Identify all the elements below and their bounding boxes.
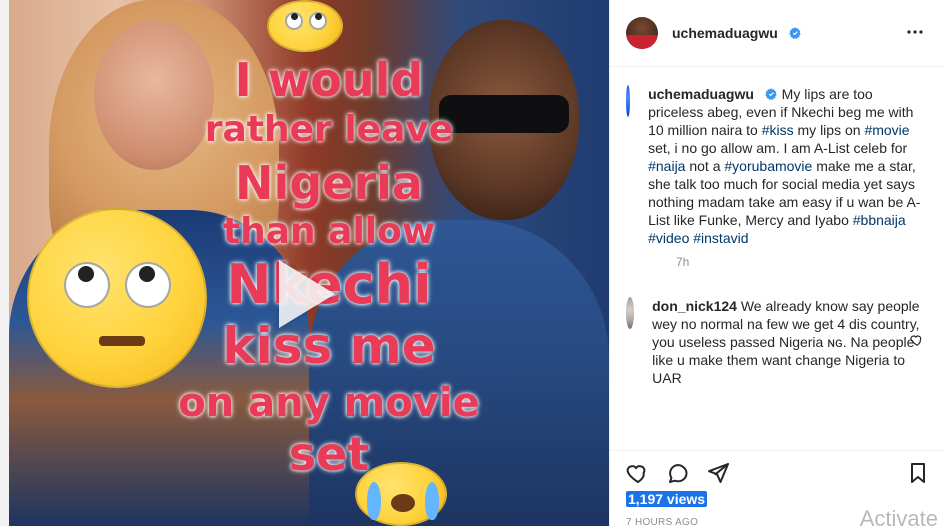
bookmark-icon[interactable] [906,461,930,485]
hashtag-link[interactable]: #yorubamovie [724,158,812,174]
header-username-text[interactable]: uchemaduagwu [672,25,778,41]
hashtag-link[interactable]: #naija [648,158,685,174]
verified-badge-icon [788,27,801,39]
overlay-line: I would [234,53,424,107]
avatar-bottom [626,103,630,117]
share-icon[interactable] [706,461,730,485]
emoji-tear [425,482,439,520]
avatar[interactable] [626,85,631,117]
more-horizontal-icon[interactable] [903,20,927,44]
overlay-line: Nigeria [235,156,423,211]
emoji-tear [367,482,381,520]
avatar-bottom [626,315,634,329]
avatar-shirt [626,34,658,49]
hashtag-link[interactable]: #movie [864,122,909,138]
hashtag-link[interactable]: #instavid [693,230,748,246]
emoji-pupil [139,266,155,282]
caption-body: My lips are too priceless abeg, even if … [648,86,920,246]
play-icon[interactable] [279,260,335,328]
post-details-panel: uchemaduagwu uchemaduagwu My lips are to… [609,0,945,526]
verified-badge-icon [765,88,777,100]
hashtag-link[interactable]: #kiss [762,122,794,138]
emoji-pupil [315,13,322,20]
caption-part: my lips on [793,122,865,138]
emoji-pupil [78,266,94,282]
overlay-line: on any movie [178,380,480,427]
post-media[interactable]: I would rather leave Nigeria than allow … [9,0,609,526]
comments-area: uchemaduagwu My lips are too priceless a… [626,85,930,450]
eye-roll-emoji-icon [267,0,343,52]
posted-ago: 7 HOURS AGO [626,517,699,526]
avatar[interactable] [626,297,635,329]
overlay-line: than allow [222,211,436,253]
overlay-line: set [288,427,370,482]
heart-icon[interactable] [910,333,924,347]
hashtag-link[interactable]: #bbnaija [853,212,906,228]
header-username[interactable]: uchemaduagwu [672,25,802,41]
heart-icon[interactable] [626,461,650,485]
post-header: uchemaduagwu [610,0,945,67]
overlay-line: rather leave [204,109,454,151]
watermark-text: Activate [859,506,938,526]
eye-roll-emoji-icon [27,208,207,388]
emoji-mouth [99,336,145,346]
comment-icon[interactable] [666,461,690,485]
avatar[interactable] [626,17,658,49]
post-actions: 1,197 views 7 HOURS AGO Activate [610,450,945,526]
emoji-mouth [391,494,415,512]
hashtag-link[interactable]: #video [648,230,689,246]
caption-part: set, i no go allow am. I am A-List celeb… [648,140,908,156]
views-count[interactable]: 1,197 views [626,491,708,507]
caption-row: uchemaduagwu My lips are too priceless a… [626,85,930,247]
comment-username[interactable]: don_nick124 [652,298,737,314]
emoji-pupil [291,13,298,20]
comment-text: don_nick124 We already know say people w… [652,297,930,387]
comment-row: don_nick124 We already know say people w… [626,297,930,387]
caption-timestamp[interactable]: 7h [676,255,930,269]
caption-text: uchemaduagwu My lips are too priceless a… [648,85,930,247]
views-count-text[interactable]: 1,197 views [626,491,708,507]
caption-part: not a [685,158,725,174]
left-edge-strip [0,0,9,526]
crying-emoji-icon [355,462,447,526]
caption-username[interactable]: uchemaduagwu [648,86,754,102]
